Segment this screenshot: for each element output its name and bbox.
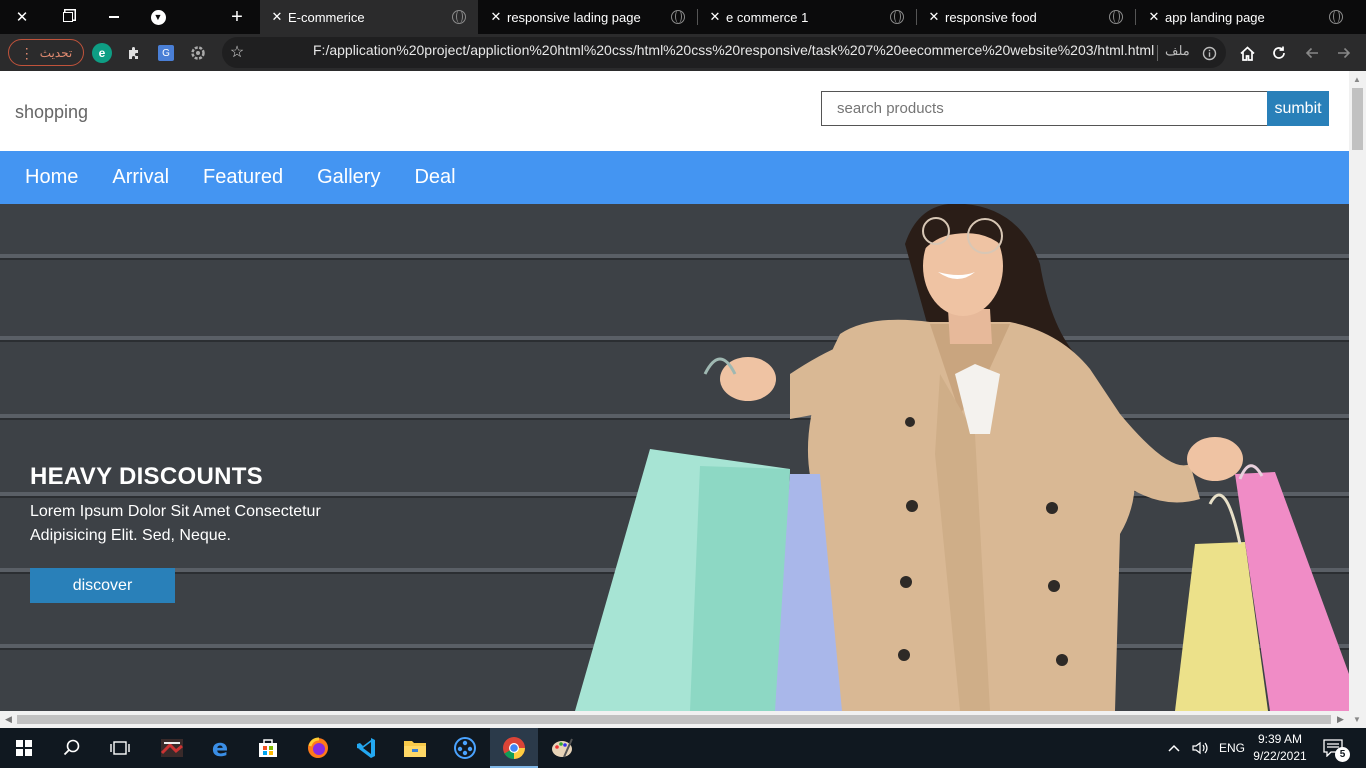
photo-app-icon[interactable] bbox=[148, 728, 196, 768]
paint-icon[interactable] bbox=[538, 728, 586, 768]
show-hidden-icons-chevron-icon[interactable] bbox=[1168, 728, 1180, 768]
tab-close-icon[interactable]: ✕ bbox=[923, 9, 945, 25]
more-vertical-icon: ⋮ bbox=[19, 44, 34, 61]
reload-icon[interactable] bbox=[1269, 43, 1289, 63]
scroll-down-arrow-icon[interactable]: ▼ bbox=[1353, 715, 1361, 724]
scroll-right-arrow-icon[interactable]: ▶ bbox=[1337, 714, 1344, 725]
nav-gallery[interactable]: Gallery bbox=[317, 166, 380, 189]
vertical-scroll-thumb[interactable] bbox=[1352, 88, 1363, 150]
url-scheme-label: ملف bbox=[1165, 43, 1190, 58]
nav-featured[interactable]: Featured bbox=[203, 166, 283, 189]
system-clock[interactable]: 9:39 AM 9/22/2021 bbox=[1249, 731, 1311, 765]
tab-label: E-commerice bbox=[288, 9, 365, 25]
tab-label: responsive lading page bbox=[507, 9, 641, 25]
google-translate-icon[interactable]: G bbox=[158, 45, 174, 61]
task-view-icon[interactable] bbox=[96, 728, 144, 768]
hero-woman-shopping-image bbox=[575, 204, 1349, 711]
browser-tab-strip: ✕ ▼ + ✕ E-commerice ✕ responsive lading … bbox=[0, 0, 1366, 34]
web-page: shopping sumbit Home Arrival Featured Ga… bbox=[0, 71, 1349, 711]
discover-button[interactable]: discover bbox=[30, 568, 175, 603]
chrome-icon[interactable] bbox=[490, 728, 538, 768]
globe-icon bbox=[452, 10, 466, 24]
horizontal-scrollbar[interactable]: ◀ ▶ bbox=[0, 711, 1349, 728]
tab-responsive-landing[interactable]: ✕ responsive lading page bbox=[479, 0, 697, 34]
action-center-icon[interactable]: 5 bbox=[1323, 728, 1350, 768]
tab-close-icon[interactable]: ✕ bbox=[266, 9, 288, 25]
tab-label: responsive food bbox=[945, 9, 1037, 25]
store-icon[interactable] bbox=[244, 728, 292, 768]
media-app-icon[interactable] bbox=[441, 728, 489, 768]
nav-deal[interactable]: Deal bbox=[414, 166, 455, 189]
start-windows-icon[interactable] bbox=[0, 728, 48, 768]
tab-divider bbox=[1135, 9, 1136, 25]
home-icon[interactable] bbox=[1237, 43, 1257, 63]
hero-title: HEAVY DISCOUNTS bbox=[30, 463, 263, 490]
search-input[interactable] bbox=[821, 91, 1268, 126]
volume-icon[interactable] bbox=[1192, 728, 1209, 768]
bookmark-star-icon[interactable]: ☆ bbox=[227, 42, 247, 62]
site-logo[interactable]: shopping bbox=[15, 102, 88, 123]
horizontal-scroll-thumb[interactable] bbox=[17, 715, 1331, 724]
edge-browser-icon[interactable]: e bbox=[196, 728, 244, 768]
close-window-icon[interactable]: ✕ bbox=[6, 0, 38, 34]
clock-time: 9:39 AM bbox=[1257, 732, 1303, 746]
nav-arrival[interactable]: Arrival bbox=[112, 166, 169, 189]
vscode-icon[interactable] bbox=[342, 728, 390, 768]
file-explorer-icon[interactable] bbox=[391, 728, 439, 768]
firefox-icon[interactable] bbox=[294, 728, 342, 768]
new-tab-icon[interactable]: + bbox=[222, 0, 252, 34]
forward-arrow-icon[interactable] bbox=[1334, 43, 1354, 63]
tab-ecommerce[interactable]: ✕ E-commerice bbox=[260, 0, 478, 34]
nav-home[interactable]: Home bbox=[25, 166, 78, 189]
search-icon[interactable] bbox=[48, 728, 96, 768]
clock-date: 9/22/2021 bbox=[1253, 749, 1307, 763]
globe-icon bbox=[890, 10, 904, 24]
tab-ecommerce-1[interactable]: ✕ e commerce 1 bbox=[698, 0, 916, 34]
scroll-up-arrow-icon[interactable]: ▲ bbox=[1353, 75, 1361, 84]
tab-label: e commerce 1 bbox=[726, 9, 809, 25]
site-info-icon[interactable] bbox=[1199, 43, 1219, 63]
extensions-puzzle-icon[interactable] bbox=[124, 43, 144, 63]
notification-count-badge: 5 bbox=[1335, 747, 1350, 762]
globe-icon bbox=[1329, 10, 1343, 24]
tab-label: app landing page bbox=[1165, 9, 1265, 25]
tab-app-landing[interactable]: ✕ app landing page bbox=[1137, 0, 1355, 34]
minimize-window-icon[interactable] bbox=[99, 0, 129, 34]
browser-toolbar: ⋮ تحديث e G ☆ F:/application%20project/a… bbox=[0, 34, 1366, 71]
input-language[interactable]: ENG bbox=[1219, 728, 1245, 768]
tab-close-icon[interactable]: ✕ bbox=[704, 9, 726, 25]
main-nav: Home Arrival Featured Gallery Deal bbox=[0, 151, 1349, 204]
url-text[interactable]: F:/application%20project/appliction%20ht… bbox=[313, 42, 1154, 58]
tab-close-icon[interactable]: ✕ bbox=[1143, 9, 1165, 25]
settings-gear-icon[interactable] bbox=[188, 43, 208, 63]
url-divider bbox=[1157, 45, 1158, 61]
extension-e-icon[interactable]: e bbox=[92, 43, 112, 63]
hero-description: Lorem Ipsum Dolor Sit Amet Consectetur A… bbox=[30, 503, 321, 544]
globe-icon bbox=[671, 10, 685, 24]
vertical-scrollbar[interactable]: ▲ ▼ bbox=[1349, 71, 1366, 728]
update-label: تحديث bbox=[39, 45, 73, 60]
scroll-left-arrow-icon[interactable]: ◀ bbox=[5, 714, 12, 725]
restore-window-icon[interactable] bbox=[53, 0, 83, 34]
search-submit-button[interactable]: sumbit bbox=[1267, 91, 1329, 126]
tab-responsive-food[interactable]: ✕ responsive food bbox=[917, 0, 1135, 34]
globe-icon bbox=[1109, 10, 1123, 24]
windows-taskbar: e ENG 9:39 AM 9/22/2021 5 bbox=[0, 728, 1366, 768]
hero-banner: HEAVY DISCOUNTS Lorem Ipsum Dolor Sit Am… bbox=[0, 204, 1349, 711]
back-arrow-icon[interactable] bbox=[1302, 43, 1322, 63]
tab-search-icon[interactable]: ▼ bbox=[143, 0, 173, 34]
update-button[interactable]: ⋮ تحديث bbox=[8, 39, 84, 66]
tab-close-icon[interactable]: ✕ bbox=[485, 9, 507, 25]
